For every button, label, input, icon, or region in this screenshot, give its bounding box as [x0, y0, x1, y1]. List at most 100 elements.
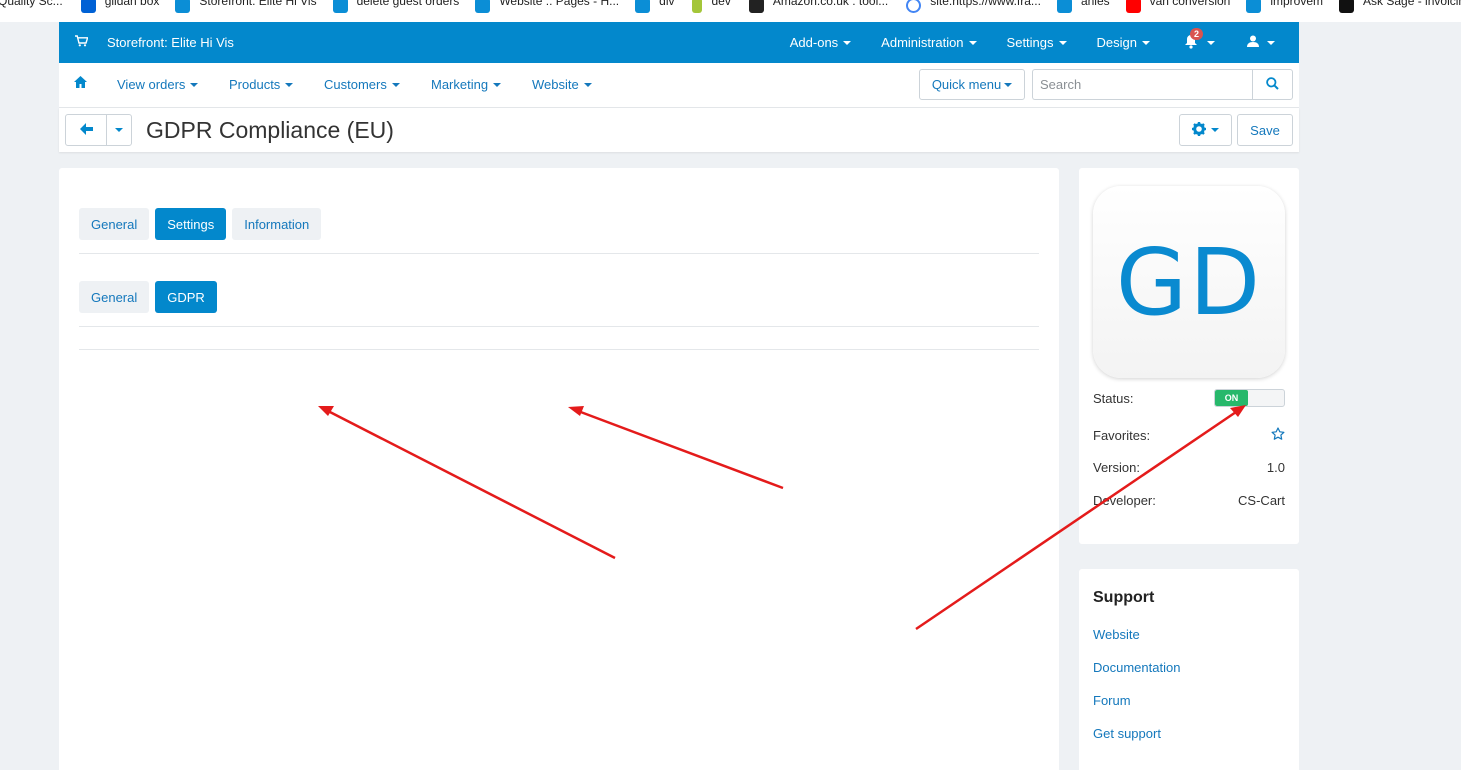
tab-settings[interactable]: Settings [155, 208, 227, 240]
sage-icon [1339, 0, 1355, 13]
bookmark-label: site:https://www.fra... [930, 0, 1041, 8]
addon-logo: GD [1093, 186, 1285, 378]
page-title-bar: GDPR Compliance (EU) Save [59, 108, 1299, 152]
bookmark-label: delete guest orders [356, 0, 460, 8]
caret-down-icon [1004, 82, 1013, 87]
menu-label: Add-ons [789, 35, 839, 50]
notifications-button[interactable]: 2 [1184, 27, 1215, 52]
menu-add-ons[interactable]: Add-ons [789, 35, 852, 50]
main-navigation: View orders Products Customers Marketing… [59, 63, 1299, 108]
settings-gear-button[interactable] [1179, 114, 1232, 146]
favorites-row: Favorites: [1093, 427, 1285, 444]
star-icon[interactable] [1271, 427, 1285, 444]
caret-down-icon [493, 82, 502, 87]
caret-down-icon [1207, 40, 1215, 45]
bookmark-label: Storefront: Elite Hi Vis [199, 0, 317, 8]
caret-down-icon [1058, 40, 1067, 45]
menu-design[interactable]: Design [1097, 35, 1150, 50]
version-row: Version: 1.0 [1093, 460, 1285, 475]
search-icon [1266, 76, 1279, 93]
page-title: GDPR Compliance (EU) [146, 117, 394, 143]
bookmark-item[interactable]: Amazon.co.uk : tool... [748, 0, 888, 13]
caret-down-icon [843, 40, 852, 45]
bookmark-item[interactable]: site:https://www.fra... [906, 0, 1041, 13]
home-icon[interactable] [74, 76, 87, 91]
bookmark-label: gildan box [104, 0, 160, 8]
support-link-get-support[interactable]: Get support [1093, 726, 1161, 741]
cscart-icon [332, 0, 348, 13]
bookmark-item[interactable]: Ask Sage - invoicin... [1339, 0, 1461, 13]
addon-settings-panel: General Settings Information General GDP… [59, 168, 1059, 770]
bookmark-item[interactable]: Website :: Pages - H... [475, 0, 619, 13]
caret-down-icon [968, 40, 977, 45]
bookmark-label: dev [711, 0, 731, 8]
bookmark-item[interactable]: improvem [1246, 0, 1323, 13]
status-toggle[interactable]: ON [1214, 389, 1285, 407]
cart-icon [75, 35, 89, 50]
nav-products[interactable]: Products [229, 77, 294, 92]
status-label: Status: [1093, 390, 1134, 406]
caret-down-icon [190, 82, 199, 87]
status-toggle-on: ON [1215, 390, 1248, 406]
bookmark-item[interactable]: gildan box [80, 0, 160, 13]
nav-label: View orders [117, 77, 186, 92]
search-button[interactable] [1252, 69, 1293, 100]
cscart-icon [1246, 0, 1262, 13]
bookmark-item[interactable]: delete guest orders [332, 0, 460, 13]
nav-marketing[interactable]: Marketing [431, 77, 502, 92]
subtab-gdpr[interactable]: GDPR [155, 281, 217, 313]
developer-label: Developer: [1093, 493, 1156, 508]
back-dropdown-button[interactable] [106, 114, 132, 146]
google-icon [906, 0, 922, 13]
support-link-documentation[interactable]: Documentation [1093, 660, 1180, 675]
cscart-icon [175, 0, 191, 13]
user-menu-button[interactable] [1247, 35, 1275, 50]
support-card: Support Website Documentation Forum Get … [1079, 569, 1299, 770]
secondary-tabs: General GDPR [79, 281, 223, 313]
subtab-general[interactable]: General [79, 281, 150, 313]
caret-down-icon [115, 128, 123, 132]
nav-label: Website [532, 77, 579, 92]
cscart-icon [1056, 0, 1072, 13]
search-input[interactable] [1032, 69, 1253, 100]
bookmark-item[interactable]: Quality Sc... [0, 0, 63, 8]
storefront-link[interactable]: Storefront: Elite Hi Vis [107, 35, 234, 50]
save-button[interactable]: Save [1237, 114, 1293, 146]
back-button[interactable] [65, 114, 107, 146]
cscart-icon [635, 0, 651, 13]
caret-down-icon [391, 82, 400, 87]
nav-label: Products [229, 77, 281, 92]
divider [79, 253, 1039, 254]
divider [79, 349, 1039, 350]
caret-down-icon [1211, 128, 1219, 132]
addon-info-card: GD Status: ON Favorites: Version: 1.0 De… [1079, 168, 1299, 544]
support-link-forum[interactable]: Forum [1093, 693, 1131, 708]
bookmark-item[interactable]: dev [692, 0, 731, 13]
quick-menu-button[interactable]: Quick menu [919, 69, 1025, 100]
caret-down-icon [285, 82, 294, 87]
menu-settings[interactable]: Settings [1007, 35, 1067, 50]
nav-label: Marketing [431, 77, 489, 92]
nav-website[interactable]: Website [532, 77, 592, 92]
nav-customers[interactable]: Customers [324, 77, 400, 92]
menu-administration[interactable]: Administration [881, 35, 977, 50]
gear-icon [1192, 121, 1206, 139]
bookmark-item[interactable]: van conversion [1125, 0, 1230, 13]
cscart-icon [475, 0, 491, 13]
bookmark-item[interactable]: div [635, 0, 674, 13]
divider [79, 326, 1039, 327]
tab-information[interactable]: Information [232, 208, 322, 240]
caret-down-icon [1267, 40, 1275, 45]
caret-down-icon [1142, 40, 1150, 45]
bookmark-item[interactable]: Storefront: Elite Hi Vis [175, 0, 317, 13]
nav-view-orders[interactable]: View orders [117, 77, 199, 92]
favorites-label: Favorites: [1093, 428, 1151, 443]
tab-general[interactable]: General [79, 208, 150, 240]
amazon-icon [748, 0, 764, 13]
developer-value: CS-Cart [1238, 493, 1285, 508]
bookmark-item[interactable]: anies [1056, 0, 1110, 13]
user-icon [1247, 35, 1259, 50]
box-icon [80, 0, 96, 13]
menu-label: Design [1096, 35, 1137, 50]
support-link-website[interactable]: Website [1093, 627, 1140, 642]
